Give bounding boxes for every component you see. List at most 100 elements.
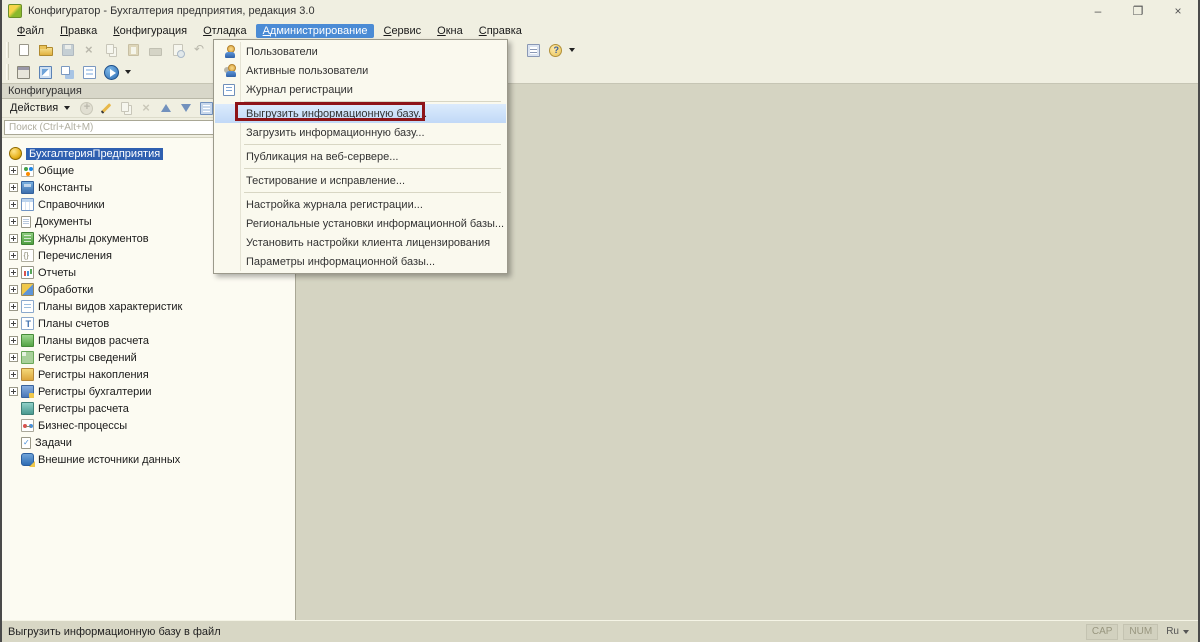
data-processors-icon <box>21 283 34 296</box>
maximize-button[interactable]: ❐ <box>1118 0 1158 22</box>
expand-plus-icon[interactable] <box>9 370 18 379</box>
admin-menu-item-2[interactable]: Журнал регистрации <box>215 80 506 99</box>
language-selector[interactable]: Ru <box>1163 624 1192 640</box>
constants-icon <box>21 181 34 194</box>
tree-item-label: Регистры расчета <box>38 402 129 415</box>
caret-down-icon <box>64 106 71 110</box>
actions-button[interactable]: Действия <box>6 100 74 117</box>
tree-item-label: Отчеты <box>38 266 77 279</box>
configuration-window-button[interactable] <box>13 63 34 82</box>
menubar-item-6[interactable]: Окна <box>430 24 470 38</box>
tree-item-label: Планы счетов <box>38 317 110 330</box>
expand-plus-icon[interactable] <box>9 234 18 243</box>
expand-plus-icon[interactable] <box>9 200 18 209</box>
calculator-button[interactable] <box>523 41 544 60</box>
delete-button <box>137 100 156 117</box>
chart-of-characteristic-types-icon <box>21 300 34 313</box>
save-icon <box>61 44 74 56</box>
save-button <box>57 41 78 60</box>
menubar-item-7[interactable]: Справка <box>472 24 529 38</box>
new-document-button[interactable] <box>13 41 34 60</box>
compare-configurations-icon <box>61 66 70 75</box>
menubar-item-3[interactable]: Отладка <box>196 24 254 38</box>
tree-item-label: Регистры сведений <box>38 351 137 364</box>
new-document-icon <box>18 44 29 56</box>
expand-plus-icon[interactable] <box>9 353 18 362</box>
admin-menu-item-4[interactable]: Загрузить информационную базу... <box>215 123 506 142</box>
tree-item-15[interactable]: Бизнес-процессы <box>2 417 295 434</box>
expand-plus-icon[interactable] <box>9 336 18 345</box>
edit-button[interactable] <box>97 100 116 117</box>
menubar-item-5[interactable]: Сервис <box>376 24 428 38</box>
expand-plus-icon[interactable] <box>9 251 18 260</box>
tree-item-12[interactable]: Регистры накопления <box>2 366 295 383</box>
expand-plus-icon[interactable] <box>9 302 18 311</box>
main-area: Конфигурация Действия БухгалтерияПредпри… <box>2 83 1198 620</box>
expand-plus-icon[interactable] <box>9 268 18 277</box>
tree-item-10[interactable]: Планы видов расчета <box>2 332 295 349</box>
expand-plus-icon[interactable] <box>9 387 18 396</box>
menu-item-label: Установить настройки клиента лицензирова… <box>246 236 491 249</box>
delete-icon <box>140 100 153 115</box>
admin-menu-item-6[interactable]: Тестирование и исправление... <box>215 171 506 190</box>
1c-logo-icon <box>8 4 22 18</box>
menubar-item-1[interactable]: Правка <box>53 24 104 38</box>
expand-plus-icon[interactable] <box>9 217 18 226</box>
compare-configurations-button[interactable] <box>57 63 78 82</box>
admin-menu-item-1[interactable]: Активные пользователи <box>215 61 506 80</box>
minimize-button[interactable]: – <box>1078 0 1118 22</box>
tree-item-13[interactable]: Регистры бухгалтерии <box>2 383 295 400</box>
admin-menu-item-9[interactable]: Установить настройки клиента лицензирова… <box>215 233 506 252</box>
indicator-cap: CAP <box>1085 623 1119 640</box>
admin-menu-item-0[interactable]: Пользователи <box>215 42 506 61</box>
move-down-button[interactable] <box>177 100 196 117</box>
admin-menu-item-5[interactable]: Публикация на веб-сервере... <box>215 147 506 166</box>
tree-item-17[interactable]: Внешние источники данных <box>2 451 295 468</box>
move-up-button[interactable] <box>157 100 176 117</box>
add-button <box>77 100 96 117</box>
tree-item-label: Планы видов характеристик <box>38 300 183 313</box>
add-icon <box>80 101 94 115</box>
tree-item-9[interactable]: Планы счетов <box>2 315 295 332</box>
expand-plus-icon[interactable] <box>9 319 18 328</box>
menu-item-label: Настройка журнала регистрации... <box>246 198 423 211</box>
menu-item-label: Загрузить информационную базу... <box>246 126 425 139</box>
expand-plus-icon[interactable] <box>9 285 18 294</box>
close-button[interactable]: × <box>1158 0 1198 22</box>
tree-item-11[interactable]: Регистры сведений <box>2 349 295 366</box>
tree-item-label: Регистры накопления <box>38 368 149 381</box>
tree-item-16[interactable]: Задачи <box>2 434 295 451</box>
open-button[interactable] <box>35 41 56 60</box>
external-data-sources-icon <box>21 453 35 467</box>
language-label: Ru <box>1166 626 1179 637</box>
menubar-item-2[interactable]: Конфигурация <box>106 24 194 38</box>
caret-down-icon[interactable] <box>569 48 575 52</box>
edit-icon <box>100 102 113 115</box>
tree-item-7[interactable]: Обработки <box>2 281 295 298</box>
start-debugging-button[interactable] <box>101 63 122 82</box>
cut-button <box>79 41 100 60</box>
undo-icon <box>193 42 206 57</box>
catalogs-icon <box>21 198 34 211</box>
admin-menu-item-8[interactable]: Региональные установки информационной ба… <box>215 214 506 233</box>
status-indicators: CAP NUM Ru <box>1085 623 1192 640</box>
move-up-icon <box>160 102 173 115</box>
menu-bar: Файл Правка Конфигурация Отладка Администрир… <box>2 22 1198 39</box>
expand-plus-icon[interactable] <box>9 166 18 175</box>
tree-item-8[interactable]: Планы видов характеристик <box>2 298 295 315</box>
admin-menu-item-3[interactable]: Выгрузить информационную базу... <box>215 102 506 123</box>
menubar-item-0[interactable]: Файл <box>10 24 51 38</box>
menubar-item-4[interactable]: Администрирование <box>255 23 375 38</box>
tree-item-label: Регистры бухгалтерии <box>38 385 152 398</box>
menu-item-label: Параметры информационной базы... <box>246 255 436 268</box>
expand-plus-icon[interactable] <box>9 183 18 192</box>
database-configuration-button[interactable] <box>79 63 100 82</box>
help-button[interactable] <box>545 41 566 60</box>
admin-menu-item-7[interactable]: Настройка журнала регистрации... <box>215 195 506 214</box>
tree-item-14[interactable]: Регистры расчета <box>2 400 295 417</box>
status-message: Выгрузить информационную базу в файл <box>8 625 221 638</box>
caret-down-icon[interactable] <box>125 70 131 74</box>
copy-icon <box>105 43 114 54</box>
update-database-configuration-button[interactable] <box>35 63 56 82</box>
admin-menu-item-10[interactable]: Параметры информационной базы... <box>215 252 506 271</box>
